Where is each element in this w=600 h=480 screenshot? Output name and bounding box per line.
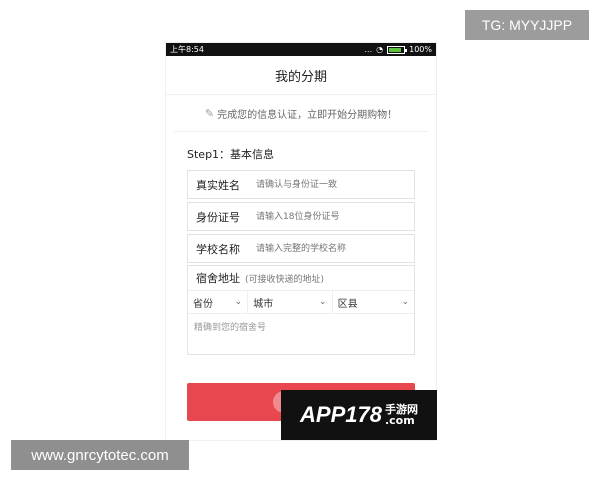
page-header: 我的分期 [166,56,436,95]
edit-icon: ✎ [204,106,215,120]
province-label: 省份 [193,298,213,310]
dorm-address-header: 宿舍地址 (可接收快递的地址) [188,266,414,291]
wifi-icon: ◔ [376,45,384,54]
school-name-field[interactable]: 学校名称 [187,234,415,263]
logo-sub: 手游网 .com [384,404,418,426]
province-select[interactable]: 省份 ⌄ [188,291,247,313]
battery-icon [387,45,408,54]
verification-notice: ✎ 完成您的信息认证，立即开始分期购物！ [174,95,428,132]
watermark-bottom: www.gnrcytotec.com [11,440,189,470]
real-name-field[interactable]: 真实姓名 [187,170,415,199]
dorm-detail-placeholder: 精确到您的宿舍号 [194,323,267,333]
real-name-input[interactable] [254,178,414,191]
real-name-label: 真实姓名 [196,178,240,192]
status-time: 上午8:54 [170,45,204,54]
chevron-down-icon: ⌄ [319,297,327,307]
id-number-input[interactable] [254,210,414,223]
notice-text: 完成您的信息认证，立即开始分期购物！ [217,109,398,121]
signal-icon: ... [364,45,373,54]
page-title: 我的分期 [274,69,327,85]
chevron-down-icon: ⌄ [234,297,243,307]
status-bar: 上午8:54 ... ◔ 100% [166,43,436,56]
step-title: Step1：基本信息 [187,148,275,161]
phone-screen: 上午8:54 ... ◔ 100% 我的分期 ✎ 完成您的信息认证，立即开始分期… [166,43,436,440]
id-number-field[interactable]: 身份证号 [187,202,415,231]
dorm-detail-input[interactable]: 精确到您的宿舍号 [188,314,414,339]
battery-level: 100% [409,45,432,54]
logo-sub-bottom: .com [384,414,415,427]
school-name-label: 学校名称 [196,242,240,256]
city-select[interactable]: 城市 ⌄ [247,291,331,313]
dorm-address-section: 宿舍地址 (可接收快递的地址) 省份 ⌄ 城市 ⌄ 区县 ⌄ 精确到您的宿舍号 [187,265,415,355]
app178-logo: APP178 手游网 .com [281,390,437,440]
school-name-input[interactable] [254,242,414,255]
city-label: 城市 [253,298,274,310]
district-label: 区县 [337,298,358,310]
watermark-top: TG: MYYJJPP [465,10,589,40]
dorm-address-hint: (可接收快递的地址) [245,274,325,285]
region-selects: 省份 ⌄ 城市 ⌄ 区县 ⌄ [188,291,414,314]
dorm-address-label: 宿舍地址 [196,272,240,285]
district-select[interactable]: 区县 ⌄ [331,291,414,313]
id-number-label: 身份证号 [196,210,240,224]
chevron-down-icon: ⌄ [401,297,409,307]
status-icons: ... ◔ 100% [365,45,433,54]
logo-text: APP178 [300,402,382,427]
